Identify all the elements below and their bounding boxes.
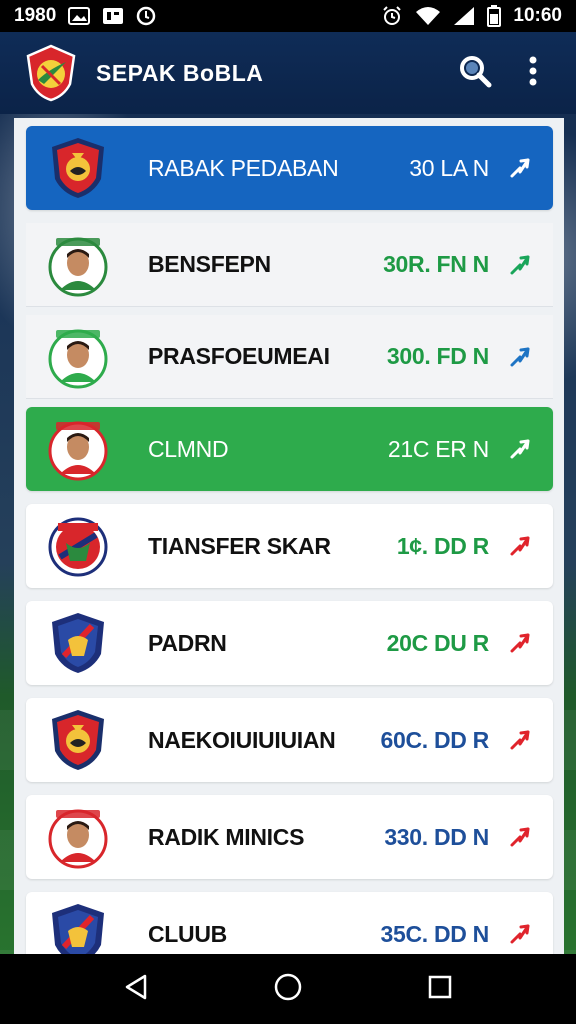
transfer-fee: 20C DU R bbox=[386, 629, 490, 656]
signal-icon bbox=[453, 6, 475, 26]
player-name: CLMND bbox=[148, 435, 229, 462]
back-button[interactable] bbox=[112, 965, 160, 1013]
home-circle-icon bbox=[273, 972, 303, 1007]
transfer-row-5[interactable]: TIANSFER SKAR 1¢. DD R bbox=[26, 504, 553, 588]
crest-blue-shield-icon bbox=[46, 901, 110, 954]
player-portrait-icon bbox=[46, 232, 110, 298]
crest-red-shield-icon bbox=[46, 707, 110, 773]
status-time: 10:60 bbox=[513, 5, 562, 26]
home-button[interactable] bbox=[264, 965, 312, 1013]
alarm-icon bbox=[381, 5, 403, 27]
player-name: RADIK MINICS bbox=[148, 823, 305, 850]
battery-icon bbox=[487, 5, 502, 27]
transfer-fee: 30R. FN N bbox=[383, 251, 489, 277]
transfer-fee: 330. DD N bbox=[384, 823, 489, 850]
back-triangle-icon bbox=[123, 973, 149, 1006]
trend-arrow-icon[interactable] bbox=[509, 535, 531, 557]
transfer-fee: 1¢. DD R bbox=[396, 532, 489, 559]
search-icon bbox=[458, 54, 492, 93]
trend-arrow-icon[interactable] bbox=[509, 438, 531, 460]
transfer-row-9[interactable]: CLUUB 35C. DD N bbox=[26, 892, 553, 954]
player-portrait-icon bbox=[46, 804, 110, 870]
status-bar: 1980 10:60 bbox=[0, 0, 576, 32]
more-vert-icon bbox=[528, 56, 538, 91]
player-name: BENSFEPN bbox=[148, 251, 271, 277]
player-name: PADRN bbox=[148, 629, 227, 656]
transfer-fee: 30 LA N bbox=[409, 154, 489, 181]
wifi-icon bbox=[415, 6, 441, 26]
transfer-fee: 35C. DD N bbox=[380, 920, 490, 947]
player-name: CLUUB bbox=[148, 920, 227, 947]
transfer-row-4[interactable]: CLMND 21C ER N bbox=[26, 407, 553, 491]
transfer-fee: 60C. DD R bbox=[380, 726, 490, 753]
trend-arrow-icon[interactable] bbox=[509, 346, 531, 368]
status-left-text: 1980 bbox=[14, 5, 57, 26]
trend-arrow-icon[interactable] bbox=[509, 157, 531, 179]
app-title: SEPAK BoBLA bbox=[96, 59, 264, 86]
trend-arrow-icon[interactable] bbox=[509, 923, 531, 945]
team-crest-icon[interactable] bbox=[24, 44, 78, 102]
recents-button[interactable] bbox=[416, 965, 464, 1013]
transfer-row-3[interactable]: PRASFOEUMEAI 300. FD N bbox=[26, 315, 553, 399]
crest-red-shield-icon bbox=[46, 135, 110, 201]
trend-arrow-icon[interactable] bbox=[509, 729, 531, 751]
trend-arrow-icon[interactable] bbox=[509, 254, 531, 276]
transfer-fee: 300. FD N bbox=[386, 343, 489, 369]
image-icon bbox=[68, 7, 91, 25]
transfer-row-2[interactable]: BENSFEPN 30R. FN N bbox=[26, 223, 553, 307]
trend-arrow-icon[interactable] bbox=[509, 632, 531, 654]
system-nav-bar bbox=[0, 954, 576, 1024]
crest-round-icon bbox=[46, 513, 110, 579]
player-name: PRASFOEUMEAI bbox=[148, 343, 330, 369]
recents-square-icon bbox=[427, 974, 453, 1005]
transfer-fee: 21C ER N bbox=[387, 435, 489, 462]
transfer-row-1[interactable]: RABAK PEDABAN 30 LA N bbox=[26, 126, 553, 210]
trend-arrow-icon[interactable] bbox=[509, 826, 531, 848]
notification-icon bbox=[102, 7, 124, 25]
player-name: RABAK PEDABAN bbox=[148, 154, 339, 181]
crest-blue-shield-icon bbox=[46, 610, 110, 676]
player-portrait-icon bbox=[46, 324, 110, 390]
app-bar: SEPAK BoBLA bbox=[0, 32, 576, 114]
transfer-row-7[interactable]: NAEKOIUIUIUIAN 60C. DD R bbox=[26, 698, 553, 782]
search-button[interactable] bbox=[452, 50, 498, 96]
transfer-list: RABAK PEDABAN 30 LA N BENSFEPN 30R. FN N… bbox=[14, 118, 564, 954]
player-name: NAEKOIUIUIUIAN bbox=[148, 726, 336, 753]
sync-icon bbox=[136, 6, 156, 26]
transfer-row-8[interactable]: RADIK MINICS 330. DD N bbox=[26, 795, 553, 879]
player-name: TIANSFER SKAR bbox=[148, 532, 331, 559]
transfer-row-6[interactable]: PADRN 20C DU R bbox=[26, 601, 553, 685]
player-portrait-icon bbox=[46, 416, 110, 482]
overflow-menu-button[interactable] bbox=[510, 50, 556, 96]
